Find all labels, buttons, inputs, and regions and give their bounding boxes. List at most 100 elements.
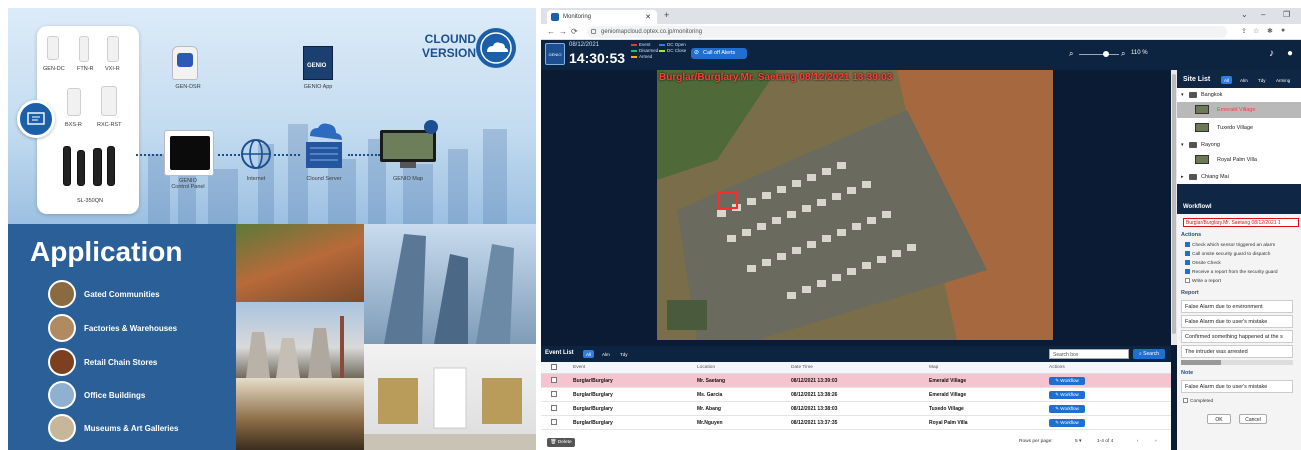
- workflow-alarm: Burglar/Burglary.Mr. Saetang 08/12/2021 …: [1183, 218, 1299, 227]
- report-scrollbar[interactable]: [1181, 360, 1293, 365]
- monitor-icon: [380, 130, 436, 170]
- report-option[interactable]: The intruder was arrested: [1181, 345, 1293, 358]
- sl-350qn-device: [63, 146, 71, 186]
- tab-monitoring[interactable]: Monitoring ✕: [547, 10, 657, 24]
- rxc-rst-device: [101, 86, 117, 116]
- url-field[interactable]: geniomapcloud.optex.co.jp/monitoring: [587, 26, 1227, 38]
- delete-button[interactable]: 🗑 Delete: [547, 438, 575, 447]
- filter-all[interactable]: All: [583, 350, 595, 358]
- search-button[interactable]: ⌕ Search: [1133, 349, 1165, 359]
- row-checkbox[interactable]: [551, 391, 557, 397]
- gated-communities-icon: [48, 280, 76, 308]
- tree-folder-chiang-mai[interactable]: ▸ Chiang Mai: [1177, 170, 1301, 184]
- column-header: Location: [697, 365, 716, 370]
- row-checkbox[interactable]: [551, 405, 557, 411]
- table-row[interactable]: Burglar/Burglary Mr. Saetang 08/12/2021 …: [541, 374, 1171, 388]
- browser-window: Monitoring ✕ + ⌄ – ❐ ← → ⟳ geniomapcloud…: [541, 8, 1301, 450]
- zoom-control: ⌕ ⌕ 110 %: [1069, 49, 1149, 59]
- cell-event: Burglar/Burglary: [573, 392, 613, 398]
- call-off-alerts-button[interactable]: ⊘ Call off Alerts: [691, 48, 747, 59]
- status-legend: Event Disarmed Armed: [631, 42, 658, 60]
- cell-datetime: 08/12/2021 13:38:26: [791, 392, 838, 398]
- tab-bar: Monitoring ✕ + ⌄ – ❐: [541, 8, 1301, 24]
- site-thumbnail: [1195, 105, 1209, 114]
- report-option[interactable]: False Alarm due to environment: [1181, 300, 1293, 313]
- tree-folder-bangkok[interactable]: ▾ Bangkok: [1177, 88, 1301, 102]
- minimize-icon[interactable]: –: [1261, 10, 1265, 19]
- column-header: Actions: [1049, 365, 1065, 370]
- action-checkbox[interactable]: Receive a report from the security guard: [1185, 269, 1278, 275]
- retail-store-photo: [236, 378, 364, 450]
- forward-icon[interactable]: →: [559, 27, 567, 36]
- chevron-right-icon[interactable]: ▸: [1181, 174, 1184, 180]
- share-icon[interactable]: ⇪: [1241, 27, 1247, 35]
- user-icon[interactable]: ●: [1287, 48, 1293, 59]
- note-field[interactable]: False Alarm due to user's mistake: [1181, 380, 1293, 393]
- table-row[interactable]: Burglar/Burglary Ms. Garcia 08/12/2021 1…: [541, 388, 1171, 402]
- actions-label: Actions: [1181, 232, 1202, 238]
- completed-checkbox[interactable]: Completed: [1183, 398, 1213, 404]
- action-checkbox[interactable]: Call onsite security guard to dispatch: [1185, 251, 1270, 257]
- site-list-title: Site List: [1183, 76, 1211, 83]
- row-checkbox[interactable]: [551, 377, 557, 383]
- chevron-down-icon[interactable]: ▾: [1181, 92, 1184, 98]
- zoom-out-icon[interactable]: ⌕: [1069, 49, 1073, 59]
- notification-bell-icon[interactable]: ♪: [1269, 48, 1274, 59]
- folder-icon: [1189, 174, 1197, 180]
- back-icon[interactable]: ←: [547, 27, 555, 36]
- action-checkbox[interactable]: Write a report: [1185, 278, 1221, 284]
- zoom-slider[interactable]: [1079, 54, 1119, 55]
- event-table-header: Event Location Date Time Map Actions: [541, 362, 1171, 374]
- note-label: Note: [1181, 370, 1194, 376]
- star-icon[interactable]: ☆: [1253, 27, 1259, 35]
- chevron-down-icon[interactable]: ⌄: [1241, 10, 1248, 19]
- tree-site-tuxedo-village[interactable]: Tuxedo Village: [1177, 120, 1301, 136]
- zoom-in-icon[interactable]: ⌕: [1121, 49, 1125, 59]
- workflow-button[interactable]: ✎ Workflow: [1049, 419, 1085, 427]
- chevron-right-icon[interactable]: ›: [1155, 439, 1157, 444]
- action-checkbox[interactable]: Onsite Check: [1185, 260, 1221, 266]
- reload-icon[interactable]: ⟳: [571, 27, 578, 36]
- chevron-down-icon[interactable]: ▾: [1181, 142, 1184, 148]
- chevron-left-icon[interactable]: ‹: [1137, 439, 1139, 444]
- event-list-footer: 🗑 Delete Rows per page: 5 ▾ 1-4 of 4 ‹ ›: [541, 436, 1171, 450]
- workflow-button[interactable]: ✎ Workflow: [1049, 405, 1085, 413]
- table-row[interactable]: Burglar/Burglary Mr.Nguyen 08/12/2021 13…: [541, 416, 1171, 430]
- cancel-button[interactable]: Cancel: [1239, 414, 1267, 424]
- tree-site-royal-palm-villa[interactable]: Royal Palm Villa: [1177, 152, 1301, 168]
- filter-alm[interactable]: Alm: [599, 350, 613, 358]
- table-row[interactable]: Burglar/Burglary Mr. Abang 08/12/2021 13…: [541, 402, 1171, 416]
- workflow-title: Workflowl: [1183, 204, 1212, 210]
- report-option[interactable]: Confirmed something happened at the s: [1181, 330, 1293, 343]
- row-checkbox[interactable]: [551, 419, 557, 425]
- filter-alm[interactable]: Alm: [1237, 76, 1251, 84]
- new-tab-icon[interactable]: +: [664, 10, 669, 20]
- rows-per-page-label: Rows per page:: [1019, 439, 1053, 444]
- filter-tdy[interactable]: Tdy: [1255, 76, 1269, 84]
- tree-folder-rayong[interactable]: ▾ Rayong: [1177, 138, 1301, 152]
- workflow-button[interactable]: ✎ Workflow: [1049, 377, 1085, 385]
- filter-tdy[interactable]: Tdy: [617, 350, 631, 358]
- close-tab-icon[interactable]: ✕: [645, 13, 651, 21]
- scrollbar-thumb[interactable]: [1172, 74, 1176, 334]
- ok-button[interactable]: OK: [1207, 414, 1231, 424]
- cell-location: Mr. Abang: [697, 406, 721, 412]
- extension-icon[interactable]: ✱: [1267, 27, 1273, 35]
- promo-banner: CLOUND VERSION GEN-DC FTN-R VXI-R BXS-R …: [8, 8, 536, 450]
- tree-site-emerald-village[interactable]: Emerald Village: [1177, 102, 1301, 118]
- action-checkbox[interactable]: Check which sensor triggered an alarm: [1185, 242, 1275, 248]
- connection-line: [348, 154, 380, 156]
- zoom-slider-knob[interactable]: [1103, 51, 1109, 57]
- search-input[interactable]: Search box: [1049, 349, 1129, 359]
- profile-icon[interactable]: ●: [1281, 27, 1285, 34]
- select-all-checkbox[interactable]: [551, 364, 557, 370]
- bell-off-icon: ⊘: [694, 50, 700, 56]
- filter-all[interactable]: All: [1221, 76, 1233, 84]
- aerial-map[interactable]: [657, 70, 1053, 340]
- rows-per-page-select[interactable]: 5 ▾: [1075, 439, 1081, 444]
- workflow-button[interactable]: ✎ Workflow: [1049, 391, 1085, 399]
- restore-icon[interactable]: ❐: [1283, 10, 1290, 19]
- filter-arming[interactable]: Arming: [1273, 76, 1293, 84]
- report-option[interactable]: False Alarm due to user's mistake: [1181, 315, 1293, 328]
- cell-event: Burglar/Burglary: [573, 378, 613, 384]
